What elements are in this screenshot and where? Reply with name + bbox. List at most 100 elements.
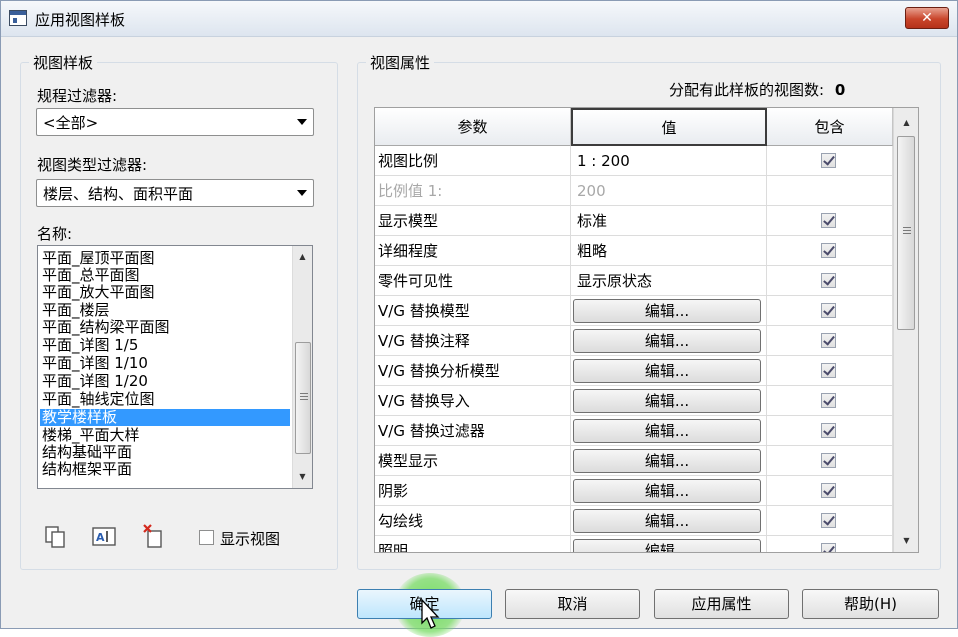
value-cell[interactable]: 标准 [571,206,767,236]
cancel-button[interactable]: 取消 [505,589,640,619]
grid-scroll-thumb[interactable] [897,136,915,330]
edit-button[interactable]: 编辑... [573,329,761,353]
value-cell[interactable]: 粗略 [571,236,767,266]
include-checkbox[interactable] [821,243,836,258]
column-header-param[interactable]: 参数 [375,108,571,146]
param-cell: 阴影 [375,476,571,506]
include-checkbox[interactable] [821,153,836,168]
scroll-up-icon[interactable]: ▲ [898,114,915,131]
table-row[interactable]: 详细程度 粗略 [375,236,893,266]
view-properties-group-title: 视图属性 [366,52,435,73]
viewtype-filter-select[interactable]: 楼层、结构、面积平面 [36,179,314,207]
include-checkbox[interactable] [821,453,836,468]
edit-button[interactable]: 编辑... [573,449,761,473]
list-item[interactable]: 平面_详图 1/5 [40,337,288,354]
list-item[interactable]: 结构基础平面 [40,444,288,461]
column-header-value[interactable]: 值 [571,108,767,146]
discipline-filter-select[interactable]: <全部> [36,108,314,136]
view-templates-group-title: 视图样板 [29,52,98,73]
edit-button[interactable]: 编辑... [573,299,761,323]
show-views-label: 显示视图 [220,530,281,548]
edit-button[interactable]: 编辑... [573,479,761,503]
list-scrollbar[interactable]: ▲ ▼ [292,246,312,488]
list-item-selected[interactable]: 教学楼样板 [40,409,290,426]
window-title: 应用视图样板 [35,11,126,29]
table-row[interactable]: 照明 编辑... [375,536,893,552]
edit-button[interactable]: 编辑... [573,389,761,413]
scroll-up-icon[interactable]: ▲ [294,248,311,265]
table-row[interactable]: 勾绘线 编辑... [375,506,893,536]
assigned-views-count: 0 [834,81,846,99]
scroll-down-icon[interactable]: ▼ [294,468,311,485]
discipline-filter-value: <全部> [43,114,99,132]
include-cell [767,296,893,326]
list-item[interactable]: 平面_楼层 [40,302,288,319]
table-row[interactable]: 阴影 编辑... [375,476,893,506]
edit-button[interactable]: 编辑... [573,419,761,443]
include-cell [767,326,893,356]
list-item[interactable]: 平面_屋顶平面图 [40,250,288,267]
list-item[interactable]: 平面_结构梁平面图 [40,319,288,336]
scroll-down-icon[interactable]: ▼ [898,532,915,549]
include-checkbox[interactable] [821,213,836,228]
list-item[interactable]: 平面_放大平面图 [40,284,288,301]
include-cell [767,146,893,176]
list-scroll-thumb[interactable] [295,342,311,454]
app-window-icon [9,10,27,26]
duplicate-icon[interactable] [44,525,68,549]
list-item[interactable]: 平面_轴线定位图 [40,391,288,408]
list-item[interactable]: 平面_总平面图 [40,267,288,284]
include-checkbox[interactable] [821,423,836,438]
template-names-list[interactable]: 平面_屋顶平面图 平面_总平面图 平面_放大平面图 平面_楼层 平面_结构梁平面… [37,245,313,489]
include-checkbox[interactable] [821,393,836,408]
include-cell [767,536,893,552]
list-item[interactable]: 楼梯_平面大样 [40,427,288,444]
mouse-pointer-icon [421,598,441,630]
include-checkbox[interactable] [821,513,836,528]
edit-button[interactable]: 编辑... [573,359,761,383]
table-row[interactable]: 比例值 1: 200 [375,176,893,206]
help-button[interactable]: 帮助(H) [802,589,939,619]
value-cell[interactable]: 显示原状态 [571,266,767,296]
rename-icon[interactable]: A [92,526,116,550]
table-row[interactable]: V/G 替换模型 编辑... [375,296,893,326]
include-cell [767,356,893,386]
table-row[interactable]: V/G 替换导入 编辑... [375,386,893,416]
table-row[interactable]: V/G 替换注释 编辑... [375,326,893,356]
param-cell: 照明 [375,536,571,552]
param-cell: 模型显示 [375,446,571,476]
table-row[interactable]: 视图比例 1 : 200 [375,146,893,176]
value-cell: 200 [571,176,767,206]
include-cell [767,266,893,296]
include-checkbox[interactable] [821,363,836,378]
apply-properties-button[interactable]: 应用属性 [654,589,789,619]
include-cell [767,386,893,416]
include-checkbox[interactable] [821,483,836,498]
include-checkbox[interactable] [821,543,836,552]
list-item[interactable]: 平面_详图 1/20 [40,373,288,390]
edit-button[interactable]: 编辑... [573,509,761,533]
table-row[interactable]: 显示模型 标准 [375,206,893,236]
include-checkbox[interactable] [821,303,836,318]
table-row[interactable]: V/G 替换过滤器 编辑... [375,416,893,446]
value-cell[interactable]: 1 : 200 [571,146,767,176]
include-checkbox[interactable] [821,333,836,348]
param-cell: V/G 替换注释 [375,326,571,356]
delete-icon[interactable] [142,523,166,548]
close-icon: ✕ [921,10,933,26]
list-item[interactable]: 结构框架平面 [40,461,288,478]
table-row[interactable]: 模型显示 编辑... [375,446,893,476]
edit-button[interactable]: 编辑... [573,539,761,552]
show-views-checkbox[interactable] [199,530,214,545]
table-row[interactable]: V/G 替换分析模型 编辑... [375,356,893,386]
include-checkbox[interactable] [821,273,836,288]
column-header-include[interactable]: 包含 [767,108,893,146]
chevron-down-icon [297,190,307,196]
list-item[interactable]: 平面_详图 1/10 [40,355,288,372]
table-row[interactable]: 零件可见性 显示原状态 [375,266,893,296]
include-cell [767,506,893,536]
grid-scrollbar[interactable]: ▲ ▼ [893,108,918,552]
close-button[interactable]: ✕ [905,7,949,29]
view-properties-grid: 参数 值 包含 视图比例 1 : 200 比例值 1: 200 显示模型 标准 详细程度 粗略… [374,107,919,553]
chevron-down-icon [297,119,307,125]
